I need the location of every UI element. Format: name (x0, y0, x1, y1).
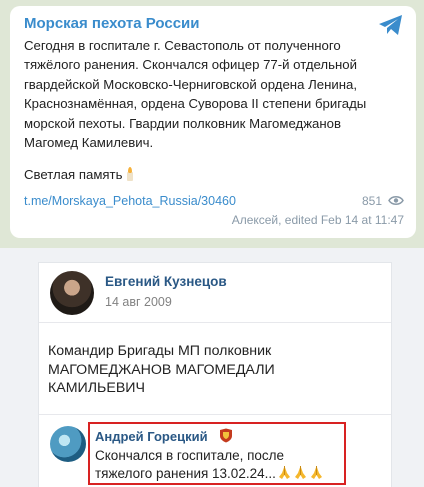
commenter-avatar[interactable] (50, 426, 86, 462)
memory-text: Светлая память (24, 167, 123, 182)
channel-name[interactable]: Морская пехота России (24, 15, 199, 32)
message-line: Краснознамённая, ордена Суворова II степ… (24, 96, 367, 112)
message-line: тяжёлого ранения. Скончался офицер 77-й … (24, 57, 357, 73)
telegram-plane-icon (379, 15, 402, 35)
post-text: Командир Бригады МП полковник МАГОМЕДЖАН… (48, 342, 378, 398)
memory-line: Светлая память (24, 167, 134, 182)
post-line: КАМИЛЬЕВИЧ (48, 380, 145, 397)
eye-icon (388, 196, 404, 205)
view-count: 851 (361, 194, 382, 208)
message-line: гвардейской Московско-Черниговской орден… (24, 76, 358, 92)
divider (39, 322, 391, 323)
post-author-name[interactable]: Евгений Кузнецов (105, 274, 227, 289)
post-line: Командир Бригады МП полковник (48, 343, 272, 359)
message-line: морской пехоты. Гвардии полковник Магоме… (24, 115, 341, 131)
avatar[interactable] (50, 271, 94, 315)
candle-icon (126, 167, 134, 181)
post-link[interactable]: t.me/Morskaya_Pehota_Russia/30460 (24, 194, 236, 208)
post-date[interactable]: 14 авг 2009 (105, 295, 172, 309)
message-text: Сегодня в госпитале г. Севастополь от по… (24, 36, 404, 152)
divider (39, 414, 391, 415)
highlight-frame (88, 422, 346, 485)
message-meta: Алексей, edited Feb 14 at 11:47 (231, 213, 404, 227)
message-line: Сегодня в госпитале г. Севастополь от по… (24, 38, 341, 53)
telegram-message-card: Морская пехота России Сегодня в госпитал… (10, 6, 416, 238)
post-line: МАГОМЕДЖАНОВ МАГОМЕДАЛИ (48, 361, 275, 378)
message-line: Магомед Камилевич. (24, 135, 154, 151)
